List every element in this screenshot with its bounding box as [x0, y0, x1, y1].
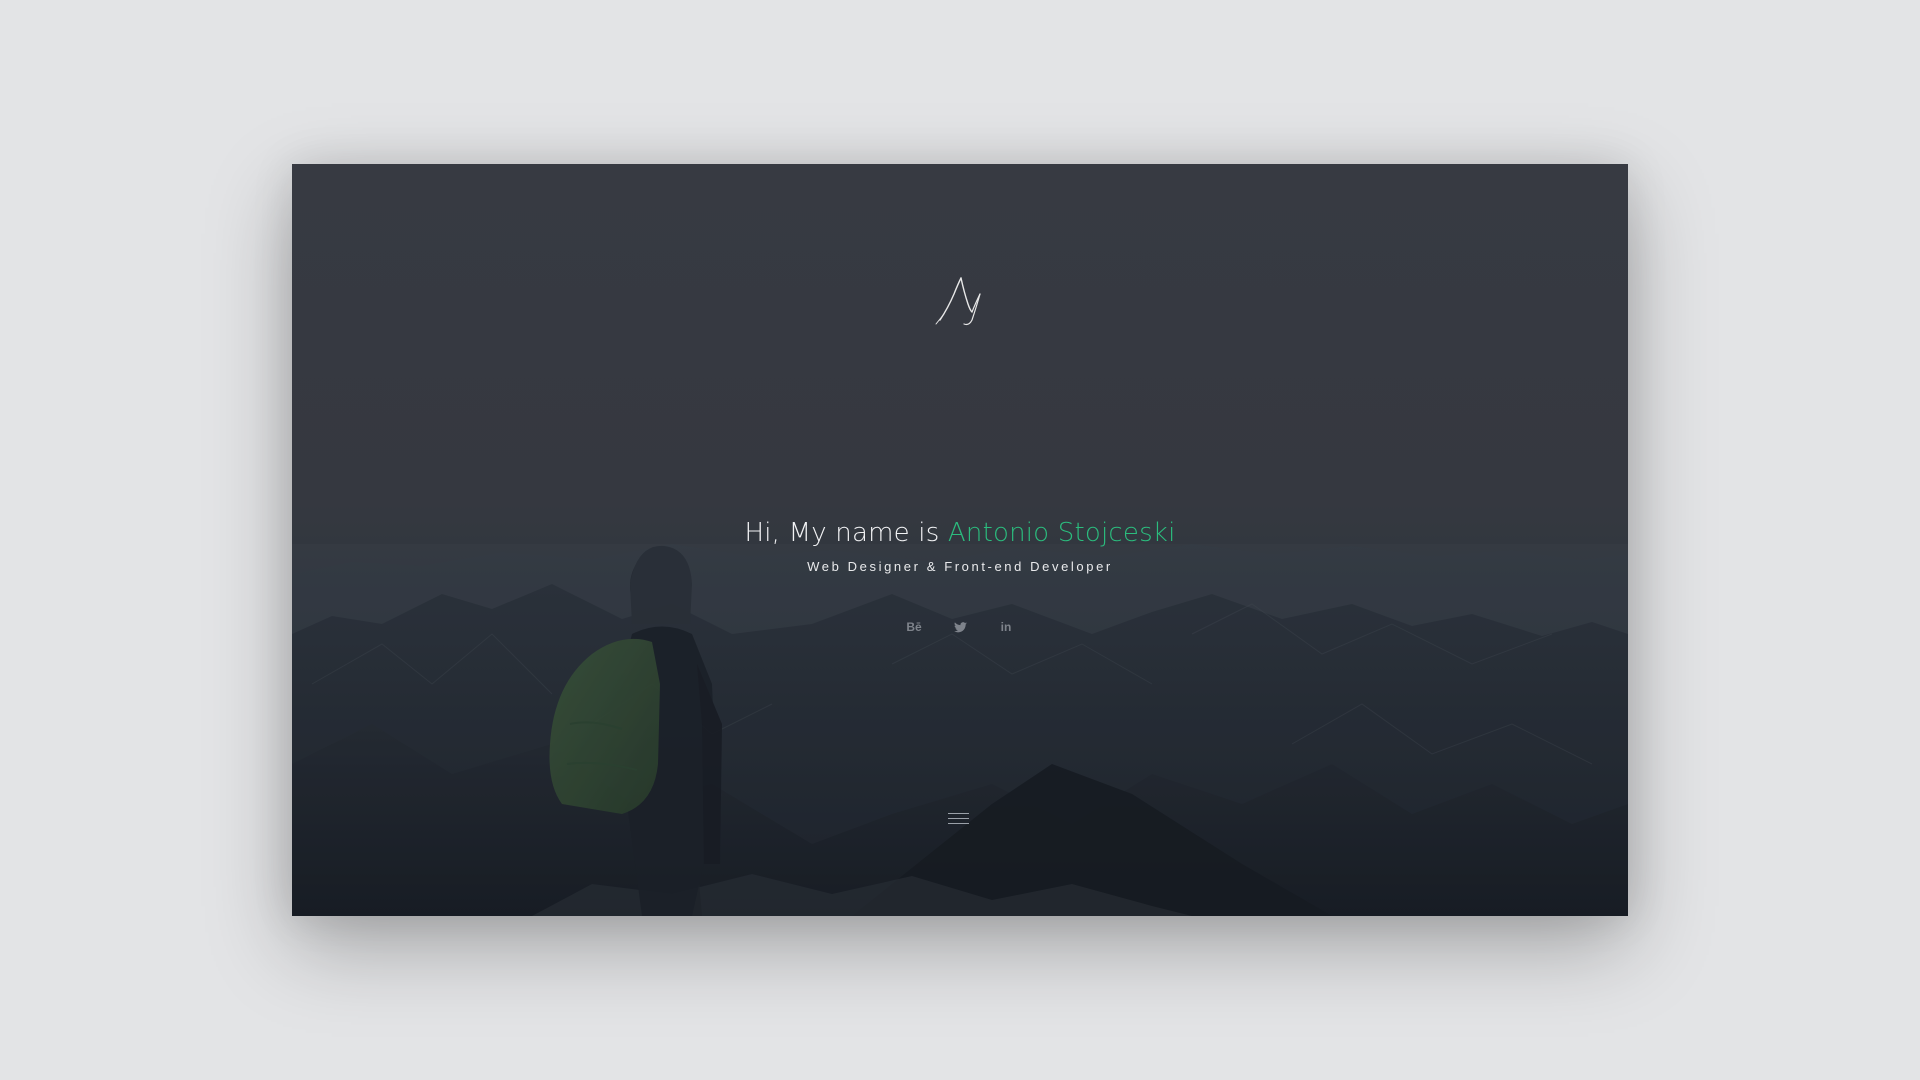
signature-logo-icon[interactable]: [928, 272, 990, 328]
behance-label: Bē: [906, 620, 922, 634]
linkedin-label: in: [1000, 620, 1012, 634]
twitter-icon[interactable]: [949, 616, 971, 638]
twitter-bird-glyph: [953, 621, 967, 632]
hero-headline: Hi, My name is Antonio Stojceski: [292, 516, 1628, 550]
hero-name: Antonio Stojceski: [947, 518, 1176, 548]
hero-subtitle: Web Designer & Front-end Developer: [807, 559, 1113, 574]
linkedin-icon[interactable]: in: [995, 616, 1017, 638]
hero-section: Hi, My name is Antonio Stojceski Web Des…: [292, 516, 1628, 576]
menu-line: [948, 813, 969, 814]
hamburger-menu-icon[interactable]: [947, 809, 971, 827]
behance-icon[interactable]: Bē: [903, 616, 925, 638]
page-stage: Hi, My name is Antonio Stojceski Web Des…: [0, 0, 1920, 1080]
hero-greeting: Hi, My name is: [744, 518, 948, 548]
social-links: Bē in: [292, 616, 1628, 638]
menu-line: [948, 823, 969, 824]
website-preview-frame: Hi, My name is Antonio Stojceski Web Des…: [292, 164, 1628, 916]
menu-line: [948, 818, 969, 819]
